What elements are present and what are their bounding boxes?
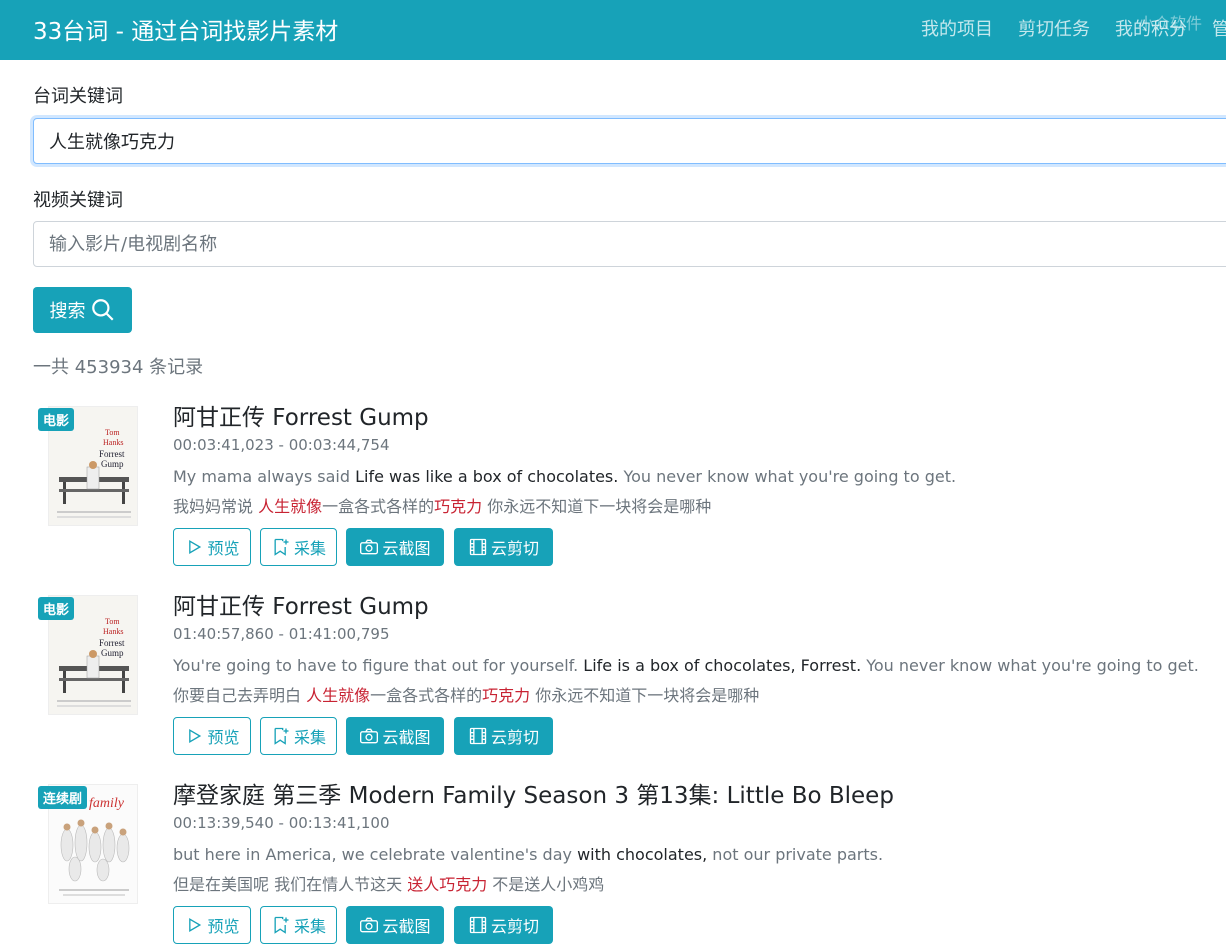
- collect-button[interactable]: 采集: [260, 906, 337, 944]
- bookmark-plus-icon: [274, 916, 289, 934]
- top-navbar: 33台词 - 通过台词找影片素材 我的项目 剪切任务 我的积分 管 小众软件: [0, 0, 1226, 60]
- chinese-highlight: 送人: [407, 875, 440, 894]
- film-icon: [469, 916, 487, 934]
- bookmark-plus-icon: [274, 538, 289, 556]
- result-timestamp: 00:13:39,540 - 00:13:41,100: [173, 814, 390, 832]
- chinese-highlight: 巧克力: [482, 686, 531, 705]
- search-button-label: 搜索: [49, 301, 86, 322]
- chinese-highlight: 人生就像: [306, 686, 371, 705]
- result-title[interactable]: 摩登家庭 第三季 Modern Family Season 3 第13集: Li…: [173, 776, 894, 810]
- result-timestamp: 01:40:57,860 - 01:41:00,795: [173, 625, 390, 643]
- line-keyword-label: 台词关键词: [33, 86, 123, 107]
- svg-text:family: family: [89, 796, 125, 811]
- video-keyword-input[interactable]: [33, 221, 1226, 267]
- video-keyword-label: 视频关键词: [33, 190, 123, 211]
- film-icon: [469, 727, 487, 745]
- svg-text:Hanks: Hanks: [103, 627, 123, 636]
- english-highlight: with chocolates,: [577, 845, 708, 864]
- collect-button[interactable]: 采集: [260, 528, 337, 566]
- svg-text:Gump: Gump: [101, 648, 124, 658]
- cloud-screenshot-button[interactable]: 云截图: [346, 717, 444, 755]
- play-icon: [189, 540, 202, 554]
- chinese-subtitle: 你要自己去弄明白 人生就像一盒各式各样的巧克力 你永远不知道下一块将会是哪种: [173, 686, 760, 705]
- play-icon: [189, 918, 202, 932]
- chinese-highlight: 巧克力: [439, 875, 488, 894]
- english-subtitle: You're going to have to figure that out …: [173, 656, 1199, 675]
- svg-text:Forrest: Forrest: [99, 638, 125, 648]
- nav-manage[interactable]: 管: [1212, 15, 1226, 41]
- play-icon: [189, 729, 202, 743]
- result-title[interactable]: 阿甘正传 Forrest Gump: [173, 398, 429, 432]
- svg-text:Gump: Gump: [101, 459, 124, 469]
- record-count: 一共 453934 条记录: [33, 357, 204, 378]
- result-item: Tom Hanks Forrest Gump 电影 阿甘正传 Forrest G…: [0, 398, 1226, 588]
- search-button[interactable]: 搜索: [33, 287, 132, 333]
- svg-text:Forrest: Forrest: [99, 449, 125, 459]
- chinese-highlight: 巧克力: [434, 497, 483, 516]
- result-item: Tom Hanks Forrest Gump 电影 阿甘正传 Forrest G…: [0, 587, 1226, 777]
- cloud-screenshot-button[interactable]: 云截图: [346, 906, 444, 944]
- camera-icon: [360, 917, 379, 933]
- english-subtitle: My mama always said Life was like a box …: [173, 467, 957, 486]
- svg-text:Hanks: Hanks: [103, 438, 123, 447]
- camera-icon: [360, 728, 379, 744]
- english-highlight: Life is a box of chocolates, Forrest.: [583, 656, 862, 675]
- result-item: family 连续剧 摩登家庭 第三季 Modern Family Season…: [0, 776, 1226, 951]
- category-badge: 电影: [38, 597, 75, 620]
- search-icon: [91, 299, 114, 321]
- collect-button[interactable]: 采集: [260, 717, 337, 755]
- english-subtitle: but here in America, we celebrate valent…: [173, 845, 884, 864]
- chinese-highlight: 人生就像: [258, 497, 323, 516]
- chinese-subtitle: 我妈妈常说 人生就像一盒各式各样的巧克力 你永远不知道下一块将会是哪种: [173, 497, 712, 516]
- camera-icon: [360, 539, 379, 555]
- watermark: 小众软件: [1138, 14, 1203, 33]
- app-title[interactable]: 33台词 - 通过台词找影片素材: [33, 12, 338, 46]
- preview-button[interactable]: 预览: [173, 906, 251, 944]
- nav-my-projects[interactable]: 我的项目: [921, 15, 993, 41]
- cloud-clip-button[interactable]: 云剪切: [454, 528, 553, 566]
- svg-text:Tom: Tom: [105, 617, 120, 626]
- chinese-subtitle: 但是在美国呢 我们在情人节这天 送人巧克力 不是送人小鸡鸡: [173, 875, 605, 894]
- english-highlight: Life was like a box of chocolates.: [355, 467, 619, 486]
- film-icon: [469, 538, 487, 556]
- preview-button[interactable]: 预览: [173, 528, 251, 566]
- bookmark-plus-icon: [274, 727, 289, 745]
- nav-clip-tasks[interactable]: 剪切任务: [1018, 15, 1090, 41]
- category-badge: 连续剧: [38, 786, 88, 809]
- result-title[interactable]: 阿甘正传 Forrest Gump: [173, 587, 429, 621]
- line-keyword-input[interactable]: [33, 118, 1226, 164]
- cloud-clip-button[interactable]: 云剪切: [454, 906, 553, 944]
- preview-button[interactable]: 预览: [173, 717, 251, 755]
- result-timestamp: 00:03:41,023 - 00:03:44,754: [173, 436, 390, 454]
- category-badge: 电影: [38, 408, 75, 431]
- cloud-screenshot-button[interactable]: 云截图: [346, 528, 444, 566]
- svg-text:Tom: Tom: [105, 428, 120, 437]
- cloud-clip-button[interactable]: 云剪切: [454, 717, 553, 755]
